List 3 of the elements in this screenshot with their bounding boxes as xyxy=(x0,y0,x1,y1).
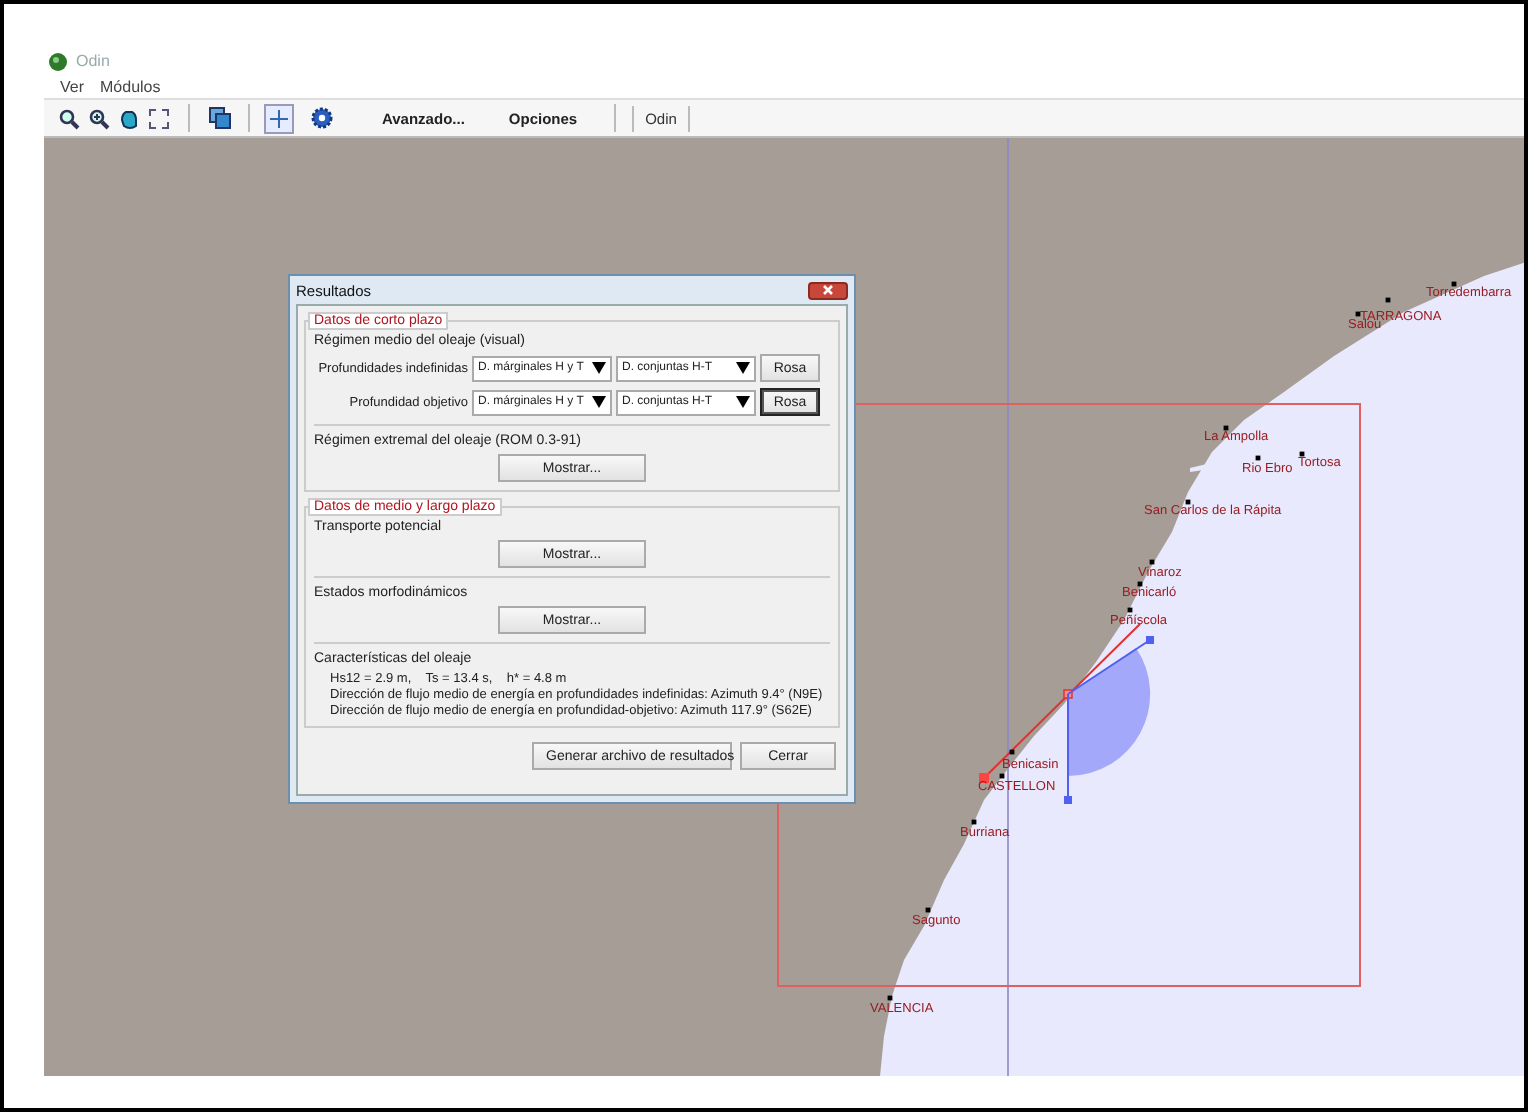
window-title: Odin xyxy=(76,52,110,70)
menu-item[interactable]: Módulos xyxy=(100,77,161,95)
menu-item[interactable]: Ver xyxy=(60,77,85,95)
